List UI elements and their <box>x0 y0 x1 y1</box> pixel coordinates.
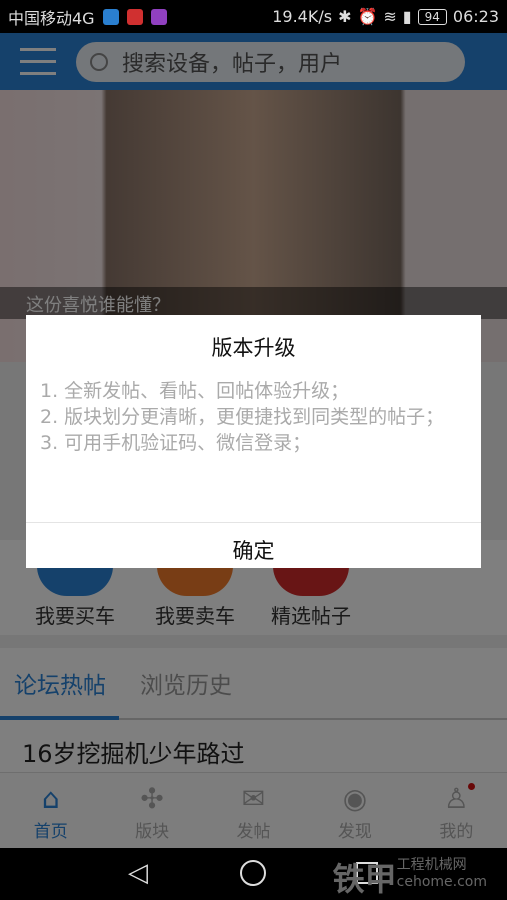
back-icon[interactable]: ◁ <box>128 858 148 888</box>
upgrade-dialog: 版本升级 1. 全新发帖、看帖、回帖体验升级； 2. 版块划分更清晰，更便捷找到… <box>26 315 481 568</box>
wifi-icon: ≋ <box>383 7 397 26</box>
bluetooth-icon: ✱ <box>338 7 352 26</box>
signal-icon: ▮ <box>402 7 412 26</box>
network-speed: 19.4K/s <box>272 7 333 26</box>
dialog-title: 版本升级 <box>211 336 296 360</box>
app-notification-icon <box>150 8 167 25</box>
system-nav-bar: ◁ 铁甲工程机械网 cehome.com <box>0 848 507 900</box>
clock: 06:23 <box>452 7 499 26</box>
carrier: 中国移动4G <box>8 8 95 28</box>
app-notification-icon <box>102 8 119 25</box>
alarm-icon: ⏰ <box>357 7 378 26</box>
home-circle-icon[interactable] <box>240 860 266 886</box>
battery-level: 94 <box>417 8 447 25</box>
watermark-logo: 铁甲工程机械网 cehome.com <box>332 857 487 898</box>
confirm-button[interactable]: 确定 <box>26 522 481 579</box>
dialog-body: 1. 全新发帖、看帖、回帖体验升级； 2. 版块划分更清晰，更便捷找到同类型的帖… <box>40 380 445 454</box>
app-notification-icon <box>126 8 143 25</box>
status-bar: 中国移动4G 19.4K/s ✱ ⏰ ≋ ▮ 94 06:23 <box>0 0 507 33</box>
